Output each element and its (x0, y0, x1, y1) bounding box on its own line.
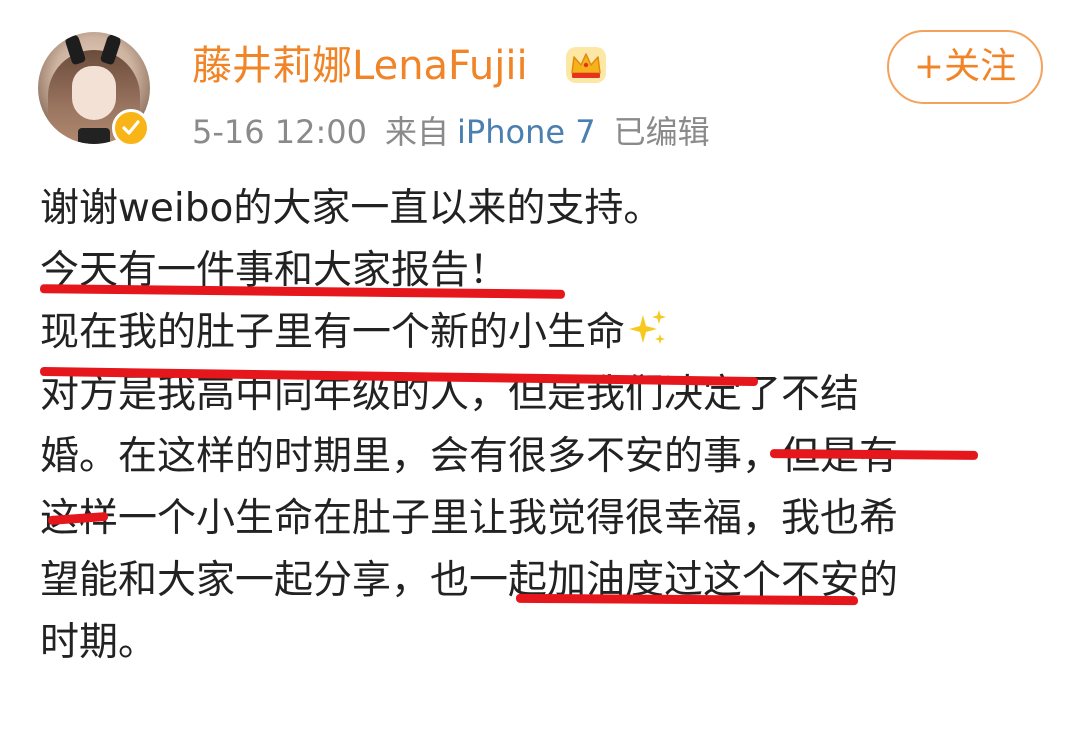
post-line-text: 现在我的肚子里有一个新的小生命 (40, 310, 626, 355)
verified-badge-icon (112, 109, 150, 147)
post-line: 谢谢weibo的大家一直以来的支持。 (40, 186, 663, 231)
edited-label[interactable]: 已编辑 (614, 113, 710, 151)
post-line: 现在我的肚子里有一个新的小生命 (40, 302, 1050, 364)
crown-icon (566, 47, 606, 83)
post-meta: 5-16 12:00 来自 iPhone 7 已编辑 (192, 110, 710, 154)
source-device-link[interactable]: iPhone 7 (457, 113, 596, 151)
source-prefix: 来自 (385, 113, 450, 151)
red-underline (769, 449, 979, 460)
avatar-collar (78, 128, 110, 144)
post-line: 时期。 (40, 620, 158, 665)
weibo-post-card: 藤井莉娜LenaFujii +关注 5-16 12:00 来自 iPhone 7 已编… (0, 0, 1080, 751)
username[interactable]: 藤井莉娜LenaFujii (192, 40, 528, 92)
post-time: 5-16 12:00 (192, 113, 368, 151)
sparkles-icon (629, 310, 667, 344)
follow-button[interactable]: +关注 (887, 30, 1043, 104)
post-line: 这样一个小生命在肚子里让我觉得很幸福，我也希 (40, 496, 899, 541)
avatar-face (72, 66, 116, 120)
